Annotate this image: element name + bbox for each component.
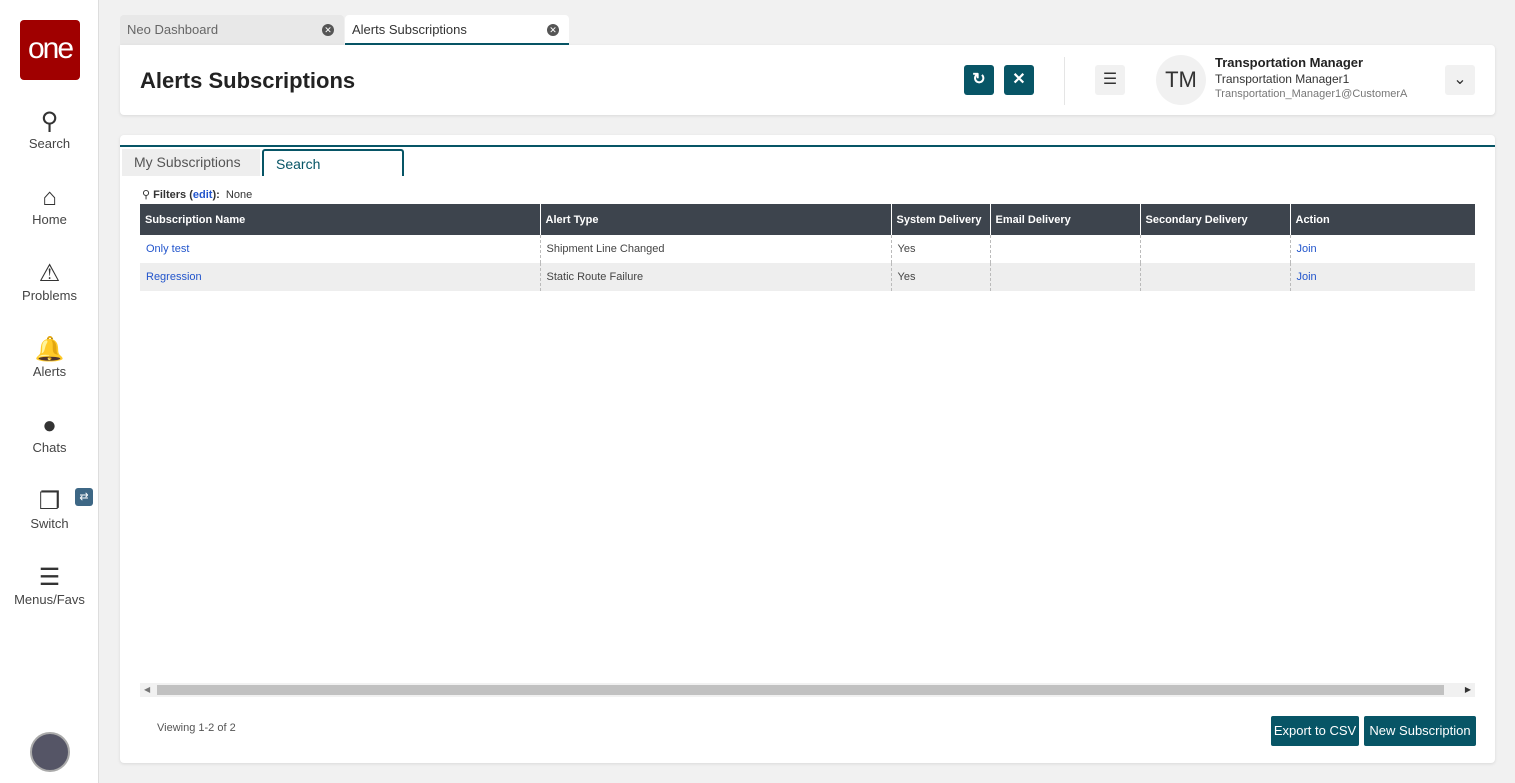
email-delivery xyxy=(989,263,1140,291)
nav-menus[interactable]: ☰ Menus/Favs xyxy=(0,564,99,607)
main-panel: My Subscriptions Search ⚲ Filters (edit)… xyxy=(120,135,1495,763)
subscriptions-table: Subscription Name Alert Type System Deli… xyxy=(140,204,1475,291)
table-row: Regression Static Route Failure Yes Join xyxy=(140,263,1475,291)
switch-badge-icon[interactable]: ⇄ xyxy=(75,488,93,506)
menu-button[interactable]: ☰ xyxy=(1095,65,1125,95)
tab-neo-dashboard[interactable]: Neo Dashboard ✕ xyxy=(120,15,344,45)
chat-icon: ● xyxy=(42,412,57,439)
tab-search[interactable]: Search xyxy=(262,149,404,176)
col-email-delivery[interactable]: Email Delivery xyxy=(989,204,1140,235)
assistant-avatar[interactable] xyxy=(30,732,70,772)
chevron-down-icon[interactable]: ⌄ xyxy=(1445,65,1475,95)
col-subscription-name[interactable]: Subscription Name xyxy=(140,204,540,235)
scrollbar-thumb[interactable] xyxy=(157,685,1444,695)
filters-edit-link[interactable]: edit xyxy=(193,189,213,201)
filters-value: None xyxy=(225,189,253,201)
col-secondary-delivery[interactable]: Secondary Delivery xyxy=(1139,204,1290,235)
system-delivery: Yes xyxy=(890,263,990,291)
join-link[interactable]: Join xyxy=(1297,271,1317,283)
bell-icon: 🔔 xyxy=(34,336,65,363)
col-alert-type[interactable]: Alert Type xyxy=(539,204,891,235)
secondary-delivery xyxy=(1139,263,1290,291)
nav-search[interactable]: ⚲ Search xyxy=(0,108,99,151)
refresh-button[interactable]: ↻ xyxy=(964,65,994,95)
table-row: Only test Shipment Line Changed Yes Join xyxy=(140,235,1475,263)
home-icon: ⌂ xyxy=(42,184,57,211)
join-link[interactable]: Join xyxy=(1297,243,1317,255)
close-button[interactable]: ✕ xyxy=(1004,65,1034,95)
alert-type: Shipment Line Changed xyxy=(539,235,891,263)
sidebar: one ⚲ Search ⌂ Home ⚠ Problems 🔔 Alerts ● Cha… xyxy=(0,0,99,783)
warning-icon: ⚠ xyxy=(38,260,61,287)
nav-chats[interactable]: ● Chats xyxy=(0,412,99,455)
system-delivery: Yes xyxy=(890,235,990,263)
user-name: Transportation Manager xyxy=(1215,55,1364,70)
tab-alerts-subscriptions[interactable]: Alerts Subscriptions ✕ xyxy=(345,15,569,45)
nav-problems[interactable]: ⚠ Problems xyxy=(0,260,99,303)
close-icon[interactable]: ✕ xyxy=(322,24,334,36)
page-header: Alerts Subscriptions ↻ ✕ ☰ TM Transporta… xyxy=(120,45,1495,115)
scroll-left-icon[interactable]: ◀ xyxy=(144,683,150,697)
filters-bar: ⚲ Filters (edit): None xyxy=(142,189,253,201)
page-title: Alerts Subscriptions xyxy=(140,68,356,93)
viewing-count: Viewing 1-2 of 2 xyxy=(157,722,236,734)
horizontal-scrollbar[interactable]: ◀ ▶ xyxy=(140,683,1475,697)
user-account: Transportation_Manager1@CustomerA xyxy=(1215,88,1408,100)
close-icon[interactable]: ✕ xyxy=(547,24,559,36)
secondary-delivery xyxy=(1139,235,1290,263)
subscription-link[interactable]: Regression xyxy=(146,271,202,283)
export-csv-button[interactable]: Export to CSV xyxy=(1271,716,1359,746)
nav-alerts[interactable]: 🔔 Alerts xyxy=(0,336,99,379)
scroll-right-icon[interactable]: ▶ xyxy=(1465,683,1471,697)
email-delivery xyxy=(989,235,1140,263)
col-action[interactable]: Action xyxy=(1289,204,1475,235)
alert-type: Static Route Failure xyxy=(539,263,891,291)
col-system-delivery[interactable]: System Delivery xyxy=(890,204,990,235)
one-logo[interactable]: one xyxy=(20,20,80,80)
nav-home[interactable]: ⌂ Home xyxy=(0,184,99,227)
new-subscription-button[interactable]: New Subscription xyxy=(1364,716,1476,746)
user-role: Transportation Manager1 xyxy=(1215,72,1350,86)
search-icon: ⚲ xyxy=(142,189,151,201)
menu-icon: ☰ xyxy=(38,564,61,591)
subscription-link[interactable]: Only test xyxy=(146,243,189,255)
search-icon: ⚲ xyxy=(40,108,59,135)
divider xyxy=(1064,57,1065,105)
tab-my-subscriptions[interactable]: My Subscriptions xyxy=(122,149,260,176)
avatar[interactable]: TM xyxy=(1156,55,1206,105)
accent-line xyxy=(120,145,1495,147)
